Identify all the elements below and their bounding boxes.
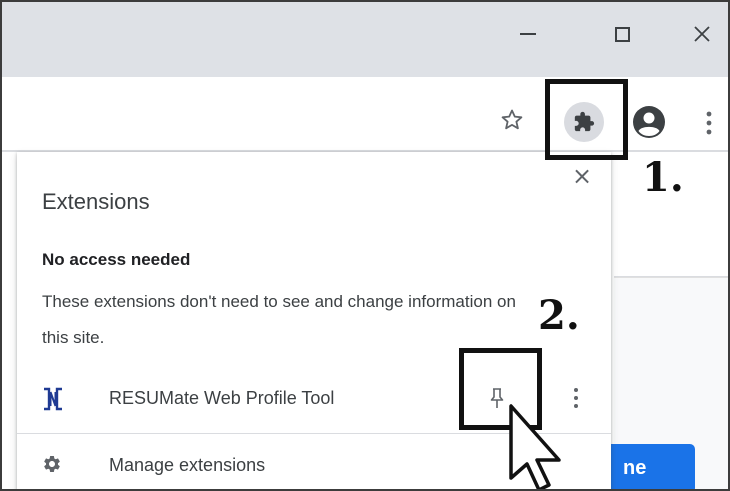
minimize-button[interactable]	[508, 14, 548, 54]
section-heading: No access needed	[42, 250, 191, 269]
section-description: These extensions don't need to see and c…	[42, 292, 516, 347]
annotation-highlight-extensions	[545, 79, 628, 160]
mouse-cursor-icon	[509, 404, 561, 489]
popup-title: Extensions	[42, 189, 150, 214]
browser-window: ne Extensions × No access needed These e…	[0, 0, 730, 491]
gear-icon	[44, 456, 60, 472]
profile-avatar-icon	[633, 106, 665, 138]
extension-name: RESUMate Web Profile Tool	[109, 388, 335, 408]
browser-menu-button[interactable]	[697, 106, 721, 140]
more-options-icon	[574, 388, 578, 408]
popup-close-button[interactable]: ×	[568, 162, 596, 190]
annotation-step-1: 1.	[642, 154, 684, 201]
maximize-button[interactable]	[602, 14, 642, 54]
page-button-label: ne	[623, 457, 647, 479]
extension-more-options-button[interactable]	[566, 383, 586, 413]
kebab-menu-icon	[706, 111, 712, 135]
close-icon: ×	[571, 162, 593, 190]
bookmark-star-button[interactable]	[496, 104, 528, 136]
close-window-button[interactable]	[682, 14, 722, 54]
page-action-button[interactable]: ne	[597, 444, 695, 489]
resumate-logo-icon	[42, 387, 64, 411]
manage-extensions-label: Manage extensions	[109, 455, 266, 475]
annotation-step-2: 2.	[538, 292, 580, 339]
star-icon	[501, 109, 523, 130]
title-bar	[2, 2, 728, 77]
profile-button[interactable]	[628, 101, 670, 143]
minimize-icon	[520, 33, 536, 35]
maximize-icon	[614, 26, 630, 42]
close-icon	[694, 26, 710, 42]
